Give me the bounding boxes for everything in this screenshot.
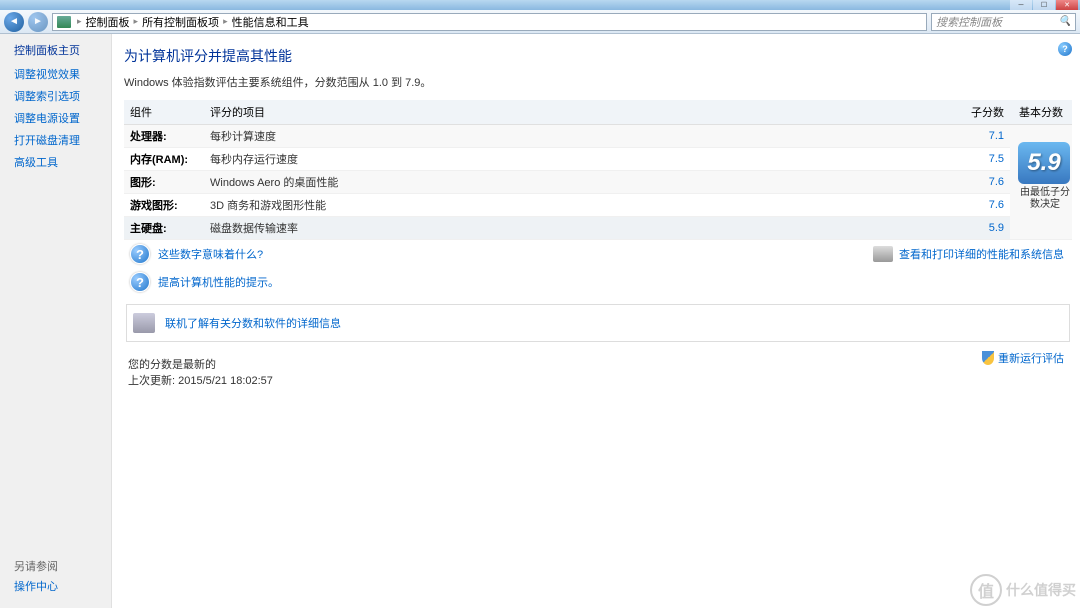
link-print-detail[interactable]: 查看和打印详细的性能和系统信息 — [899, 246, 1064, 262]
main-content: ? 为计算机评分并提高其性能 Windows 体验指数评估主要系统组件，分数范围… — [112, 34, 1080, 608]
watermark: 值 什么值得买 — [970, 574, 1076, 606]
sidebar-title: 控制面板主页 — [14, 42, 111, 58]
minimize-button[interactable]: ─ — [1010, 0, 1032, 10]
score-table: 组件 评分的项目 子分数 基本分数 处理器: 每秒计算速度 7.1 内存(RAM… — [124, 100, 1072, 240]
forward-button[interactable]: ► — [28, 12, 48, 32]
sidebar-link-index[interactable]: 调整索引选项 — [14, 88, 111, 104]
th-rated: 评分的项目 — [204, 100, 950, 125]
computer-icon — [133, 313, 155, 333]
th-subscore: 子分数 — [950, 100, 1010, 125]
help-icon[interactable]: ? — [1058, 42, 1072, 56]
back-button[interactable]: ◄ — [4, 12, 24, 32]
sidebar-link-disk[interactable]: 打开磁盘清理 — [14, 132, 111, 148]
update-status: 您的分数是最新的 — [128, 356, 1068, 372]
breadcrumb-item[interactable]: 所有控制面板项 — [142, 14, 219, 30]
maximize-button[interactable]: ☐ — [1033, 0, 1055, 10]
link-learn-online[interactable]: 联机了解有关分数和软件的详细信息 — [165, 315, 341, 331]
toolbar: ◄ ► ▸ 控制面板 ▸ 所有控制面板项 ▸ 性能信息和工具 搜索控制面板 🔍 — [0, 10, 1080, 34]
online-info-box: 联机了解有关分数和软件的详细信息 — [126, 304, 1070, 342]
base-score-value: 5.9 — [1018, 142, 1070, 184]
search-input[interactable]: 搜索控制面板 🔍 — [931, 13, 1076, 31]
breadcrumb[interactable]: ▸ 控制面板 ▸ 所有控制面板项 ▸ 性能信息和工具 — [52, 13, 927, 31]
breadcrumb-item[interactable]: 控制面板 — [86, 14, 130, 30]
titlebar: ─ ☐ ✕ — [0, 0, 1080, 10]
update-timestamp: 上次更新: 2015/5/21 18:02:57 — [128, 372, 1068, 388]
question-icon: ? — [130, 244, 150, 264]
base-score-box: 5.9 由最低子分数决定 — [1018, 142, 1072, 211]
sidebar-link-power[interactable]: 调整电源设置 — [14, 110, 111, 126]
page-title: 为计算机评分并提高其性能 — [124, 46, 1072, 66]
link-what-mean[interactable]: 这些数字意味着什么? — [158, 246, 263, 262]
page-description: Windows 体验指数评估主要系统组件，分数范围从 1.0 到 7.9。 — [124, 74, 1072, 90]
question-icon: ? — [130, 272, 150, 292]
link-tips[interactable]: 提高计算机性能的提示。 — [158, 274, 279, 290]
breadcrumb-item[interactable]: 性能信息和工具 — [232, 14, 309, 30]
base-score-caption: 由最低子分数决定 — [1018, 187, 1072, 211]
printer-icon — [873, 246, 893, 262]
sidebar-footer-label: 另请参阅 — [14, 558, 111, 574]
search-icon: 🔍 — [1059, 16, 1071, 27]
th-base: 基本分数 — [1010, 100, 1072, 125]
sidebar-link-visual[interactable]: 调整视觉效果 — [14, 66, 111, 82]
sidebar: 控制面板主页 调整视觉效果 调整索引选项 调整电源设置 打开磁盘清理 高级工具 … — [0, 34, 112, 608]
sidebar-footer-link[interactable]: 操作中心 — [14, 578, 111, 594]
sidebar-link-advanced[interactable]: 高级工具 — [14, 154, 111, 170]
control-panel-icon — [57, 16, 71, 28]
rerun-link[interactable]: 重新运行评估 — [982, 350, 1064, 366]
close-button[interactable]: ✕ — [1056, 0, 1078, 10]
shield-icon — [982, 351, 994, 365]
th-component: 组件 — [124, 100, 204, 125]
